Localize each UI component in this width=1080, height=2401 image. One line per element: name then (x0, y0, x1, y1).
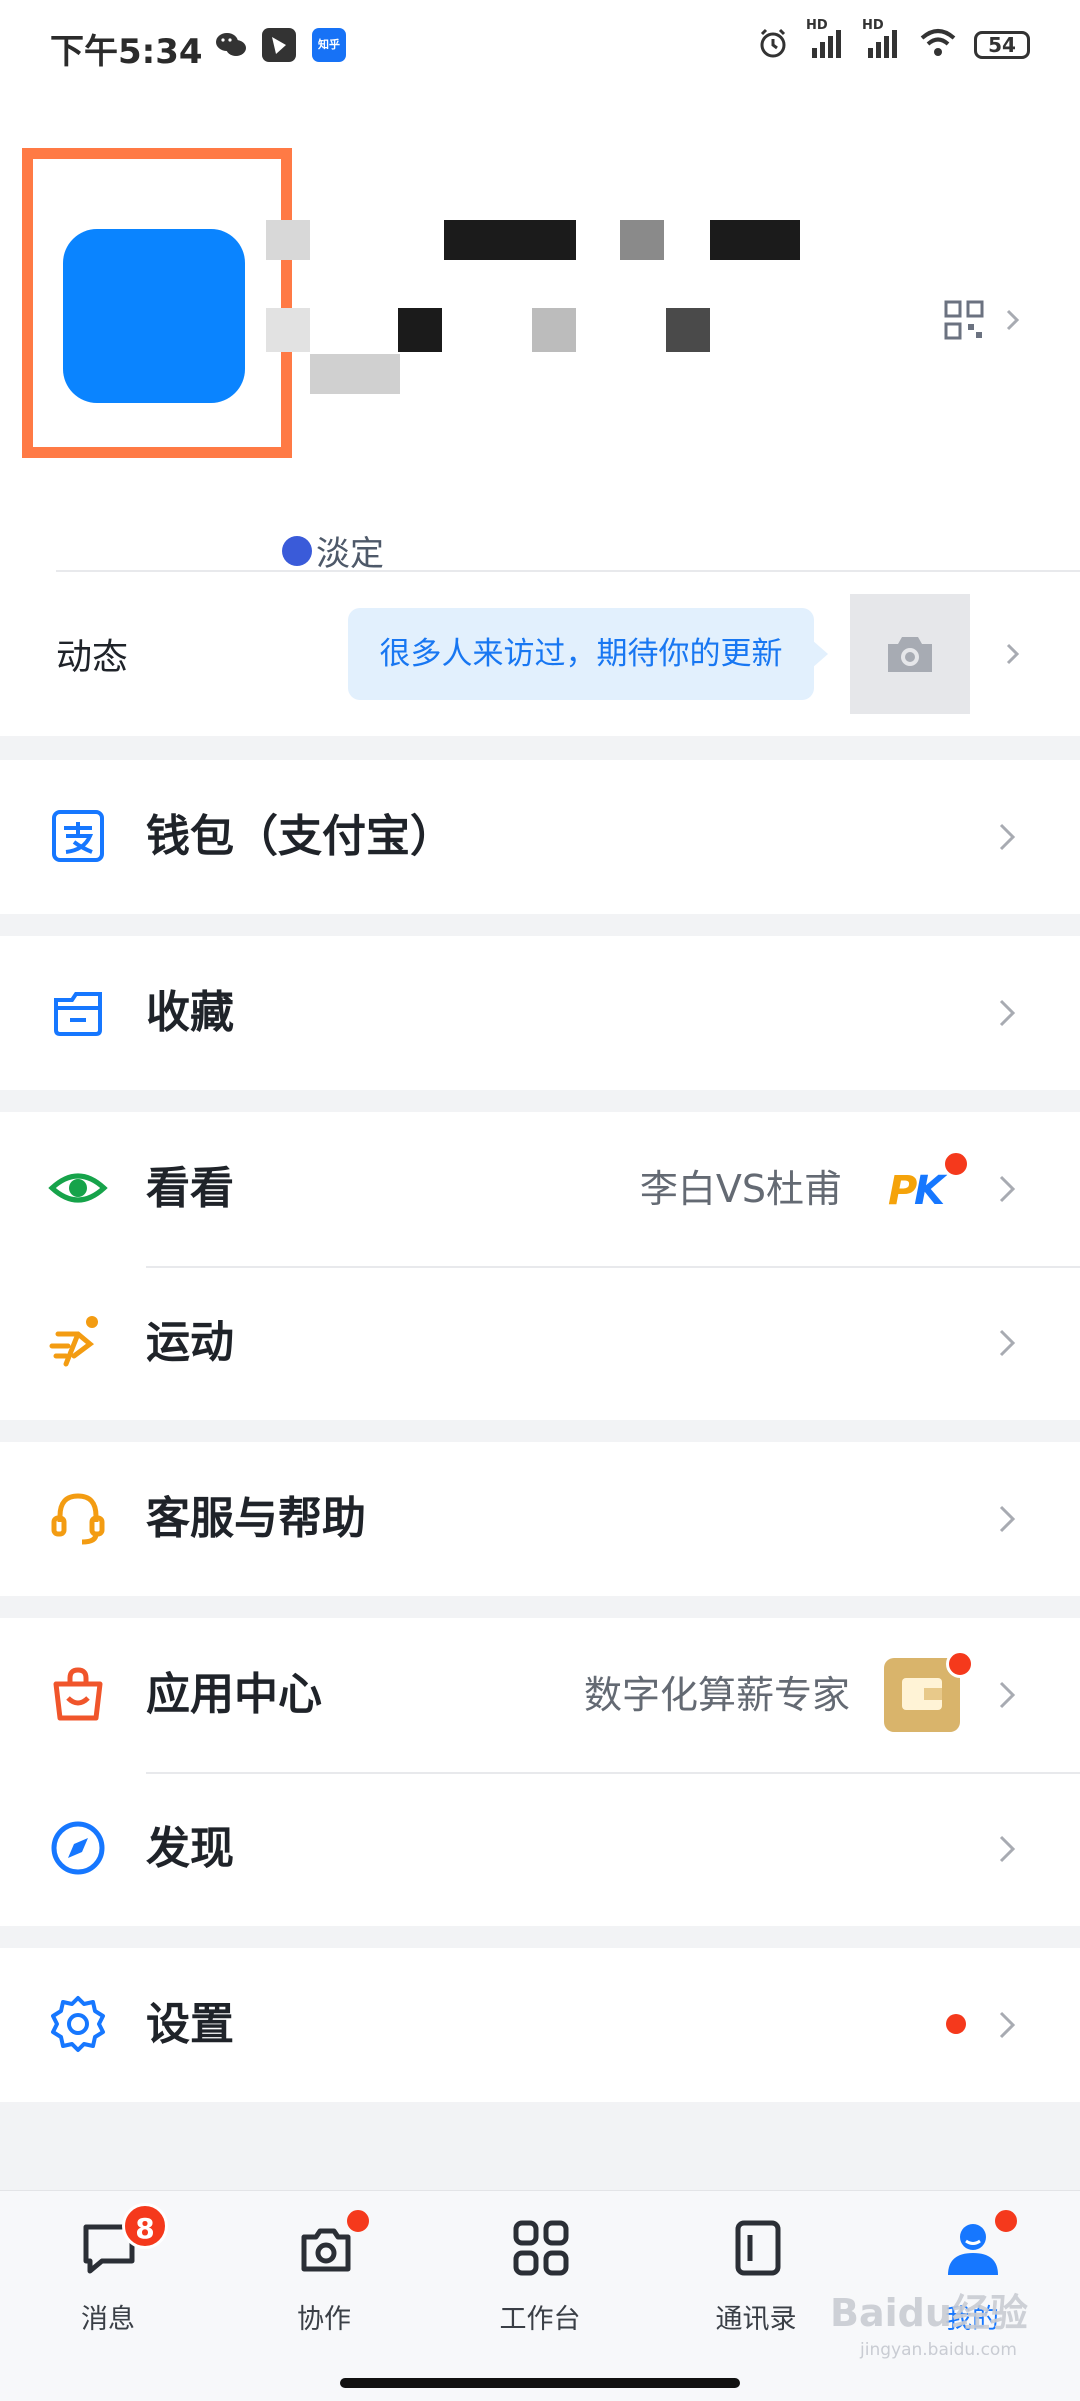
chevron-right-icon (990, 1172, 1024, 1206)
tab-label: 协作 (297, 2304, 351, 2335)
redacted-block (710, 220, 800, 260)
chevron-right-icon (990, 1502, 1024, 1536)
menu-item-label: 钱包（支付宝） (146, 811, 454, 862)
menu-item-extra: 李白VS杜甫 (639, 1167, 842, 1211)
alarm-icon (756, 26, 790, 64)
menu-item-label: 发现 (146, 1823, 234, 1874)
camera-icon[interactable] (850, 594, 970, 714)
tab-label: 通讯录 (715, 2304, 797, 2335)
redacted-block (444, 220, 576, 260)
chevron-right-icon (990, 820, 1024, 854)
chevron-right-icon (990, 1678, 1024, 1712)
status-bar: 下午5:34 知乎 HD HD 54 (0, 0, 1080, 96)
grid-icon (510, 2217, 572, 2279)
menu-item-wallet[interactable]: 钱包（支付宝） (0, 760, 1080, 914)
redacted-block (310, 354, 400, 394)
menu-item-settings[interactable]: 设置 (0, 1948, 1080, 2102)
menu-item-watch[interactable]: 看看 李白VS杜甫 PK (0, 1112, 1080, 1266)
zhihu-icon: 知乎 (312, 28, 346, 62)
status-text[interactable]: 淡定 (316, 526, 384, 575)
watch-sports-section: 看看 李白VS杜甫 PK 运动 (0, 1112, 1080, 1420)
chevron-right-icon (990, 996, 1024, 1030)
notification-dot (992, 2207, 1020, 2235)
redacted-block (532, 308, 576, 352)
pk-badge-icon: PK (886, 1150, 970, 1218)
redacted-block (266, 220, 310, 260)
menu-item-label: 客服与帮助 (146, 1493, 366, 1544)
eye-icon (48, 1158, 108, 1218)
settings-section: 设置 (0, 1948, 1080, 2102)
bubble-tail (812, 640, 828, 668)
menu-item-label: 应用中心 (146, 1669, 322, 1720)
moments-label: 动态 (56, 637, 129, 678)
headset-icon (48, 1488, 108, 1548)
menu-item-discover[interactable]: 发现 (0, 1772, 1080, 1926)
wifi-icon (918, 26, 958, 64)
app-center-section: 应用中心 数字化算薪专家 发现 (0, 1618, 1080, 1926)
tab-contacts[interactable]: 通讯录 (676, 2217, 836, 2357)
folder-icon (48, 982, 108, 1042)
unread-badge: 8 (122, 2203, 168, 2249)
watermark-sub: jingyan.baidu.com (860, 2340, 1017, 2360)
menu-item-extra: 数字化算薪专家 (583, 1673, 850, 1717)
redacted-block (666, 308, 710, 352)
menu-item-label: 运动 (146, 1317, 234, 1368)
home-indicator[interactable] (340, 2378, 740, 2388)
signal-icon-1: HD (806, 18, 846, 64)
moments-hint-bubble[interactable]: 很多人来访过，期待你的更新 (348, 608, 814, 700)
chevron-right-icon[interactable] (1000, 642, 1024, 666)
redacted-block (398, 308, 442, 352)
wechat-icon (214, 28, 248, 62)
feishu-icon (262, 28, 296, 62)
watermark: Baidu经验 (830, 2291, 1028, 2335)
menu-item-favorites[interactable]: 收藏 (0, 936, 1080, 1090)
signal-icon-2: HD (862, 18, 902, 64)
support-section: 客服与帮助 (0, 1442, 1080, 1596)
menu-item-support[interactable]: 客服与帮助 (0, 1442, 1080, 1596)
chevron-right-icon (990, 1832, 1024, 1866)
tab-messages[interactable]: 8 消息 (28, 2203, 188, 2357)
menu-item-label: 设置 (146, 1999, 234, 2050)
chevron-right-icon (990, 2008, 1024, 2042)
qr-code-icon[interactable] (944, 300, 984, 340)
status-icon (282, 536, 312, 566)
alipay-icon (48, 806, 108, 866)
svg-text:P: P (888, 1168, 917, 1214)
notification-dot (946, 2014, 966, 2034)
shopping-bag-icon (48, 1664, 108, 1724)
moments-row[interactable]: 动态 很多人来访过，期待你的更新 (0, 572, 1080, 736)
redacted-block (266, 308, 310, 352)
clock: 下午5:34 (50, 32, 203, 72)
contacts-icon (726, 2217, 788, 2279)
favorites-section: 收藏 (0, 936, 1080, 1090)
wallet-app-icon (884, 1650, 974, 1732)
tab-label: 工作台 (499, 2304, 581, 2335)
gear-icon (48, 1994, 108, 2054)
menu-item-app-center[interactable]: 应用中心 数字化算薪专家 (0, 1618, 1080, 1772)
chevron-right-icon[interactable] (1000, 308, 1024, 332)
menu-item-label: 看看 (146, 1163, 234, 1214)
notification-dot (942, 1150, 970, 1178)
chevron-right-icon (990, 1326, 1024, 1360)
menu-item-sports[interactable]: 运动 (0, 1266, 1080, 1420)
moments-hint-text: 很多人来访过，期待你的更新 (379, 636, 783, 672)
svg-text:K: K (914, 1168, 948, 1214)
running-icon (48, 1312, 108, 1372)
tab-label: 消息 (81, 2304, 135, 2335)
compass-icon (48, 1818, 108, 1878)
wallet-section: 钱包（支付宝） (0, 760, 1080, 914)
battery-indicator: 54 (974, 31, 1030, 59)
tab-workbench[interactable]: 工作台 (460, 2217, 620, 2357)
redacted-block (620, 220, 664, 260)
menu-item-label: 收藏 (146, 987, 234, 1038)
avatar-highlight-frame (22, 148, 292, 458)
notification-dot (344, 2207, 372, 2235)
notification-dot (946, 1650, 974, 1678)
avatar[interactable] (63, 229, 245, 403)
tab-collaborate[interactable]: 协作 (244, 2207, 404, 2357)
